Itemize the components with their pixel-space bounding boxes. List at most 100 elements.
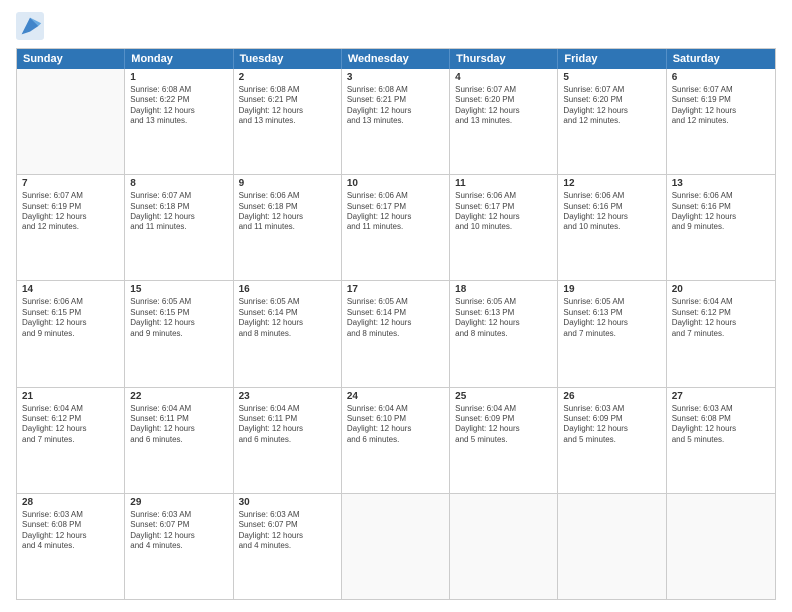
week-row-4: 21Sunrise: 6:04 AM Sunset: 6:12 PM Dayli… xyxy=(17,388,775,494)
day-cell: 13 Sunrise: 6:06 AM Sunset: 6:16 PM Dayli… xyxy=(667,175,775,280)
day-info: Sunrise: 6:04 AM Sunset: 6:11 PM Dayligh… xyxy=(130,404,227,446)
day-cell xyxy=(558,494,666,599)
day-header-tuesday: Tuesday xyxy=(234,49,342,69)
day-header-monday: Monday xyxy=(125,49,233,69)
day-info: Sunrise: 6:03 AM Sunset: 6:09 PM Dayligh… xyxy=(563,404,660,446)
day-number: 17 xyxy=(347,284,444,295)
day-cell xyxy=(17,69,125,174)
day-number: 11 xyxy=(455,178,552,189)
day-number: 23 xyxy=(239,391,336,402)
week-row-5: 28 Sunrise: 6:03 AM Sunset: 6:08 PM Dayli… xyxy=(17,494,775,599)
day-number: 18 xyxy=(455,284,552,295)
day-cell: 14 Sunrise: 6:06 AM Sunset: 6:15 PM Dayli… xyxy=(17,281,125,386)
day-info: Sunrise: 6:03 AM Sunset: 6:07 PM Dayligh… xyxy=(239,510,336,552)
day-cell: 9 Sunrise: 6:06 AM Sunset: 6:18 PM Daylig… xyxy=(234,175,342,280)
day-info: Sunrise: 6:06 AM Sunset: 6:16 PM Dayligh… xyxy=(563,191,660,233)
week-row-3: 14 Sunrise: 6:06 AM Sunset: 6:15 PM Dayli… xyxy=(17,281,775,387)
day-number: 30 xyxy=(239,497,336,508)
calendar-body: 1 Sunrise: 6:08 AM Sunset: 6:22 PM Daylig… xyxy=(17,69,775,599)
day-info: Sunrise: 6:06 AM Sunset: 6:15 PM Dayligh… xyxy=(22,297,119,339)
day-info: Sunrise: 6:07 AM Sunset: 6:20 PM Dayligh… xyxy=(563,85,660,127)
day-cell: 28 Sunrise: 6:03 AM Sunset: 6:08 PM Dayli… xyxy=(17,494,125,599)
day-number: 12 xyxy=(563,178,660,189)
day-cell: 16Sunrise: 6:05 AM Sunset: 6:14 PM Dayli… xyxy=(234,281,342,386)
day-info: Sunrise: 6:07 AM Sunset: 6:20 PM Dayligh… xyxy=(455,85,552,127)
day-cell: 29 Sunrise: 6:03 AM Sunset: 6:07 PM Dayli… xyxy=(125,494,233,599)
page: SundayMondayTuesdayWednesdayThursdayFrid… xyxy=(0,0,792,612)
week-row-1: 1 Sunrise: 6:08 AM Sunset: 6:22 PM Daylig… xyxy=(17,69,775,175)
day-cell: 25Sunrise: 6:04 AM Sunset: 6:09 PM Dayli… xyxy=(450,388,558,493)
day-info: Sunrise: 6:03 AM Sunset: 6:08 PM Dayligh… xyxy=(672,404,770,446)
day-cell: 2 Sunrise: 6:08 AM Sunset: 6:21 PM Daylig… xyxy=(234,69,342,174)
day-cell: 27 Sunrise: 6:03 AM Sunset: 6:08 PM Dayli… xyxy=(667,388,775,493)
day-cell: 6Sunrise: 6:07 AM Sunset: 6:19 PM Daylig… xyxy=(667,69,775,174)
day-cell: 11Sunrise: 6:06 AM Sunset: 6:17 PM Dayli… xyxy=(450,175,558,280)
day-info: Sunrise: 6:07 AM Sunset: 6:19 PM Dayligh… xyxy=(22,191,119,233)
day-header-wednesday: Wednesday xyxy=(342,49,450,69)
day-number: 2 xyxy=(239,72,336,83)
day-info: Sunrise: 6:03 AM Sunset: 6:07 PM Dayligh… xyxy=(130,510,227,552)
day-number: 5 xyxy=(563,72,660,83)
day-number: 29 xyxy=(130,497,227,508)
day-header-sunday: Sunday xyxy=(17,49,125,69)
day-info: Sunrise: 6:07 AM Sunset: 6:18 PM Dayligh… xyxy=(130,191,227,233)
day-info: Sunrise: 6:05 AM Sunset: 6:13 PM Dayligh… xyxy=(563,297,660,339)
day-cell: 5 Sunrise: 6:07 AM Sunset: 6:20 PM Daylig… xyxy=(558,69,666,174)
calendar: SundayMondayTuesdayWednesdayThursdayFrid… xyxy=(16,48,776,600)
day-cell: 30 Sunrise: 6:03 AM Sunset: 6:07 PM Dayli… xyxy=(234,494,342,599)
day-number: 8 xyxy=(130,178,227,189)
day-info: Sunrise: 6:07 AM Sunset: 6:19 PM Dayligh… xyxy=(672,85,770,127)
day-number: 26 xyxy=(563,391,660,402)
day-info: Sunrise: 6:05 AM Sunset: 6:13 PM Dayligh… xyxy=(455,297,552,339)
day-number: 16 xyxy=(239,284,336,295)
logo xyxy=(16,12,48,40)
day-cell: 22 Sunrise: 6:04 AM Sunset: 6:11 PM Dayli… xyxy=(125,388,233,493)
day-number: 3 xyxy=(347,72,444,83)
day-number: 19 xyxy=(563,284,660,295)
day-number: 14 xyxy=(22,284,119,295)
day-info: Sunrise: 6:08 AM Sunset: 6:21 PM Dayligh… xyxy=(239,85,336,127)
day-cell: 24Sunrise: 6:04 AM Sunset: 6:10 PM Dayli… xyxy=(342,388,450,493)
day-number: 28 xyxy=(22,497,119,508)
day-header-saturday: Saturday xyxy=(667,49,775,69)
day-number: 22 xyxy=(130,391,227,402)
day-info: Sunrise: 6:04 AM Sunset: 6:12 PM Dayligh… xyxy=(22,404,119,446)
day-cell: 1 Sunrise: 6:08 AM Sunset: 6:22 PM Daylig… xyxy=(125,69,233,174)
day-info: Sunrise: 6:08 AM Sunset: 6:22 PM Dayligh… xyxy=(130,85,227,127)
day-cell: 12 Sunrise: 6:06 AM Sunset: 6:16 PM Dayli… xyxy=(558,175,666,280)
day-number: 7 xyxy=(22,178,119,189)
day-info: Sunrise: 6:05 AM Sunset: 6:14 PM Dayligh… xyxy=(347,297,444,339)
day-info: Sunrise: 6:03 AM Sunset: 6:08 PM Dayligh… xyxy=(22,510,119,552)
day-info: Sunrise: 6:06 AM Sunset: 6:18 PM Dayligh… xyxy=(239,191,336,233)
day-cell: 3Sunrise: 6:08 AM Sunset: 6:21 PM Daylig… xyxy=(342,69,450,174)
day-info: Sunrise: 6:04 AM Sunset: 6:12 PM Dayligh… xyxy=(672,297,770,339)
day-cell xyxy=(450,494,558,599)
day-number: 1 xyxy=(130,72,227,83)
day-cell: 15 Sunrise: 6:05 AM Sunset: 6:15 PM Dayli… xyxy=(125,281,233,386)
day-number: 10 xyxy=(347,178,444,189)
day-cell: 8 Sunrise: 6:07 AM Sunset: 6:18 PM Daylig… xyxy=(125,175,233,280)
day-cell: 10 Sunrise: 6:06 AM Sunset: 6:17 PM Dayli… xyxy=(342,175,450,280)
day-info: Sunrise: 6:06 AM Sunset: 6:16 PM Dayligh… xyxy=(672,191,770,233)
week-row-2: 7 Sunrise: 6:07 AM Sunset: 6:19 PM Daylig… xyxy=(17,175,775,281)
day-cell: 19 Sunrise: 6:05 AM Sunset: 6:13 PM Dayli… xyxy=(558,281,666,386)
day-header-friday: Friday xyxy=(558,49,666,69)
day-number: 9 xyxy=(239,178,336,189)
day-headers: SundayMondayTuesdayWednesdayThursdayFrid… xyxy=(17,49,775,69)
day-cell: 21Sunrise: 6:04 AM Sunset: 6:12 PM Dayli… xyxy=(17,388,125,493)
day-info: Sunrise: 6:04 AM Sunset: 6:09 PM Dayligh… xyxy=(455,404,552,446)
day-number: 15 xyxy=(130,284,227,295)
day-info: Sunrise: 6:06 AM Sunset: 6:17 PM Dayligh… xyxy=(347,191,444,233)
day-number: 13 xyxy=(672,178,770,189)
day-number: 4 xyxy=(455,72,552,83)
day-cell xyxy=(342,494,450,599)
day-cell: 7 Sunrise: 6:07 AM Sunset: 6:19 PM Daylig… xyxy=(17,175,125,280)
day-info: Sunrise: 6:04 AM Sunset: 6:10 PM Dayligh… xyxy=(347,404,444,446)
day-cell: 17 Sunrise: 6:05 AM Sunset: 6:14 PM Dayli… xyxy=(342,281,450,386)
day-info: Sunrise: 6:05 AM Sunset: 6:15 PM Dayligh… xyxy=(130,297,227,339)
day-number: 27 xyxy=(672,391,770,402)
day-cell: 23Sunrise: 6:04 AM Sunset: 6:11 PM Dayli… xyxy=(234,388,342,493)
day-cell xyxy=(667,494,775,599)
header xyxy=(16,12,776,40)
day-cell: 26 Sunrise: 6:03 AM Sunset: 6:09 PM Dayli… xyxy=(558,388,666,493)
